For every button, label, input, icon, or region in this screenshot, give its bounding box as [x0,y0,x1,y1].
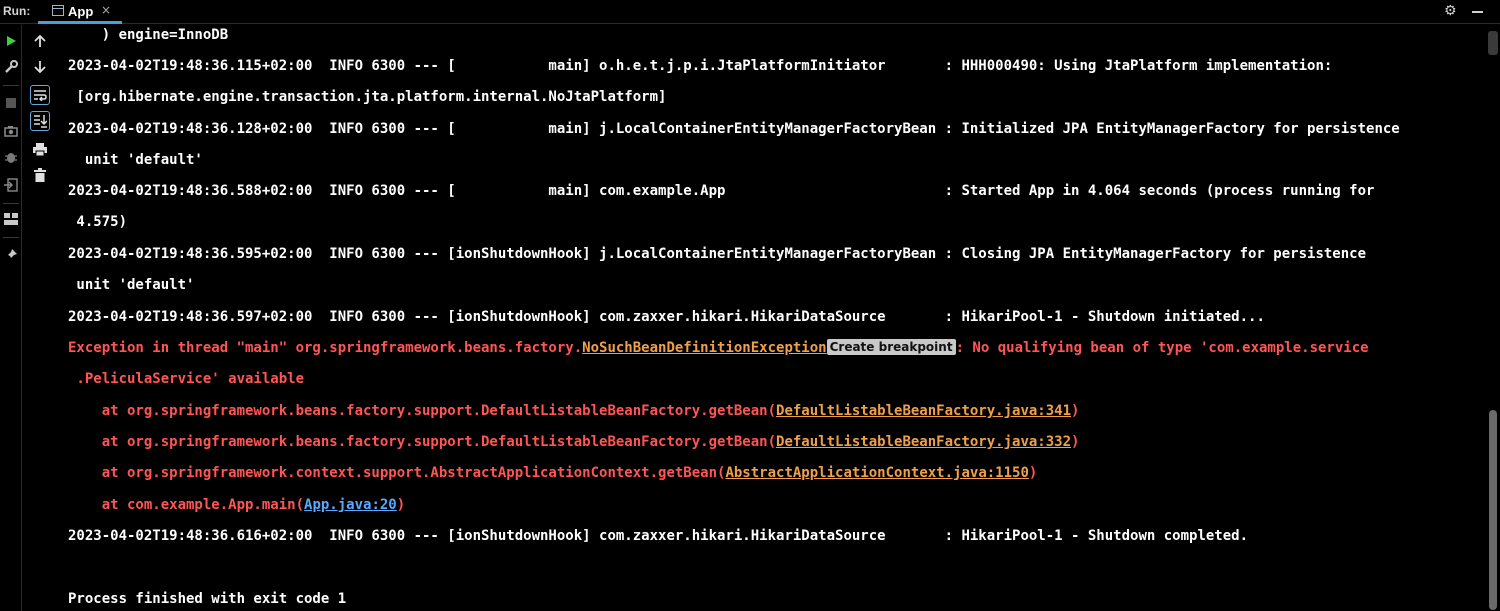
exception-prefix: Exception in thread "main" org.springfra… [68,340,583,356]
tab-active-indicator [38,21,122,24]
console-line: ) engine=InnoDB [68,27,229,43]
close-icon[interactable]: × [101,3,111,17]
arrow-down-icon[interactable] [30,57,50,77]
stack-frame-text: at org.springframework.beans.factory.sup… [68,434,777,450]
layout-icon[interactable] [1,209,21,229]
stack-frame-close: ) [396,497,406,513]
stack-frame-link[interactable]: AbstractApplicationContext.java:1150 [725,465,1028,481]
console-line: 2023-04-02T19:48:36.115+02:00 INFO 6300 … [68,58,1333,74]
application-icon [52,5,64,16]
console-line: 2023-04-02T19:48:36.616+02:00 INFO 6300 … [68,528,1249,544]
stack-frame: at com.example.App.main(App.java:20) [68,496,405,514]
run-label: Run: [3,4,31,18]
console-line: unit 'default' [68,277,195,293]
camera-icon[interactable] [1,121,21,141]
create-breakpoint-button[interactable]: Create breakpoint [826,339,956,355]
console-actions-toolbar [26,25,54,611]
console-line: 2023-04-02T19:48:36.595+02:00 INFO 6300 … [68,246,1367,262]
console-line: 2023-04-02T19:48:36.588+02:00 INFO 6300 … [68,183,1375,199]
minimize-icon[interactable] [1472,11,1483,13]
run-actions-toolbar [0,25,22,611]
debug-icon[interactable] [1,147,21,167]
stack-frame-link[interactable]: App.java:20 [304,497,397,513]
console-line: 2023-04-02T19:48:36.597+02:00 INFO 6300 … [68,309,1265,325]
stack-frame-link[interactable]: DefaultListableBeanFactory.java:341 [776,403,1071,419]
arrow-up-icon[interactable] [30,31,50,51]
print-icon[interactable] [30,139,50,159]
tab-app[interactable]: App × [38,0,122,24]
scrollbar-top-marker [1488,31,1498,55]
pin-icon[interactable] [1,245,21,265]
stack-frame-text: at org.springframework.beans.factory.sup… [68,403,777,419]
scroll-to-end-icon[interactable] [30,111,50,131]
console-line: 2023-04-02T19:48:36.128+02:00 INFO 6300 … [68,121,1400,137]
stack-frame: at org.springframework.beans.factory.sup… [68,402,1080,420]
vertical-scrollbar[interactable] [1486,25,1500,611]
trash-icon[interactable] [30,165,50,185]
console-line: unit 'default' [68,152,203,168]
exit-icon[interactable] [1,175,21,195]
stack-frame-text: at org.springframework.context.support.A… [68,465,726,481]
exception-class-link[interactable]: NoSuchBeanDefinitionException [582,340,826,356]
stack-frame-close: ) [1071,434,1080,450]
stack-frame: at org.springframework.context.support.A… [68,464,1038,482]
exception-suffix: : No qualifying bean of type 'com.exampl… [955,340,1369,356]
exception-line: Exception in thread "main" org.springfra… [68,339,1369,357]
scrollbar-thumb[interactable] [1489,410,1497,610]
soft-wrap-icon[interactable] [30,85,50,105]
exit-status-line: Process finished with exit code 1 [68,591,347,607]
run-icon[interactable] [1,31,21,51]
tab-app-label: App [68,4,94,19]
stack-frame-text: at com.example.App.main( [68,497,305,513]
stack-frame: at org.springframework.beans.factory.sup… [68,433,1080,451]
toolbar-separator [3,237,19,238]
stop-icon[interactable] [1,93,21,113]
toolbar-separator [3,85,19,86]
gear-icon[interactable]: ⚙ [1444,3,1457,19]
console-line: [org.hibernate.engine.transaction.jta.pl… [68,89,667,105]
toolbar-separator [3,203,19,204]
console-line: 4.575) [68,214,128,230]
wrench-icon[interactable] [1,57,21,77]
stack-frame-close: ) [1071,403,1080,419]
run-tool-window-header: Run: App × ⚙ [0,0,1500,24]
console-output[interactable]: ) engine=InnoDB 2023-04-02T19:48:36.115+… [55,25,1485,611]
exception-continuation: .PeliculaService' available [68,371,305,387]
stack-frame-link[interactable]: DefaultListableBeanFactory.java:332 [776,434,1071,450]
stack-frame-close: ) [1028,465,1038,481]
